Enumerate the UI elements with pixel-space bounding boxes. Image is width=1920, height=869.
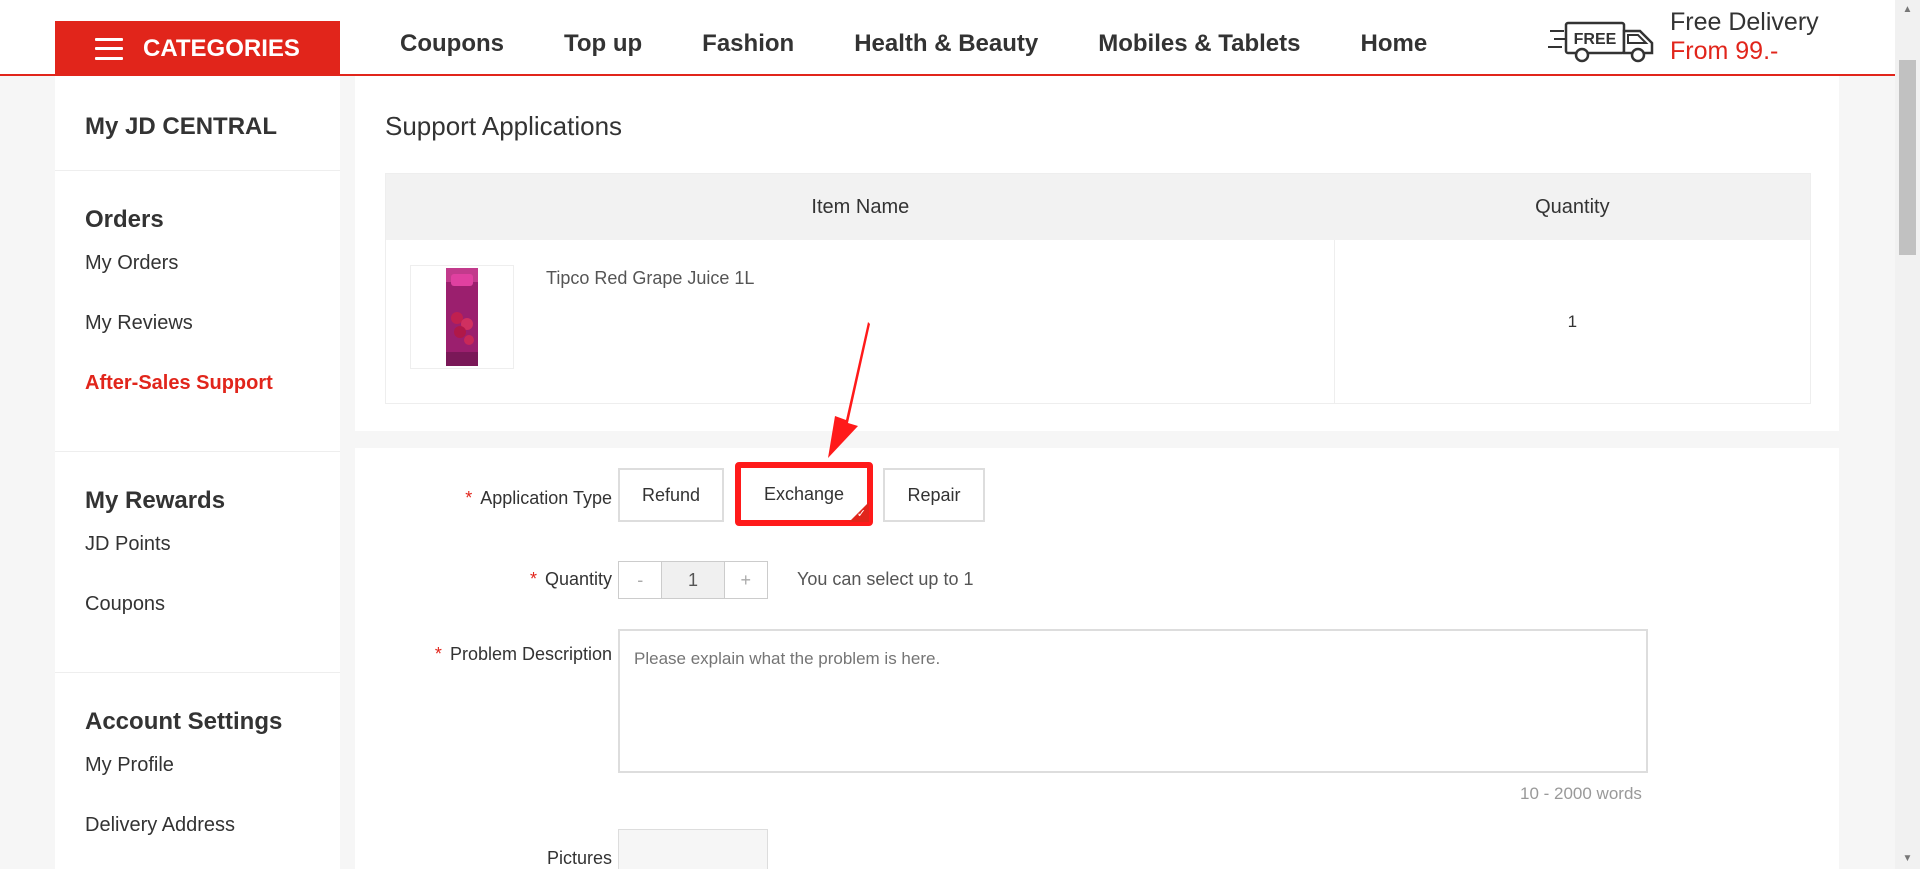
quantity-stepper: - 1 +: [618, 561, 768, 599]
main-content: Support Applications Item Name Quantity: [355, 76, 1839, 869]
sidebar-item-coupons[interactable]: Coupons: [55, 592, 340, 652]
quantity-hint: You can select up to 1: [797, 569, 974, 589]
sidebar-item-my-profile[interactable]: My Profile: [55, 753, 340, 813]
pictures-label: Pictures: [546, 848, 612, 868]
page-title: Support Applications: [385, 111, 623, 141]
product-image[interactable]: [410, 265, 514, 369]
scrollbar-thumb[interactable]: [1899, 60, 1916, 255]
nav-fashion[interactable]: Fashion: [702, 30, 794, 58]
repair-option-button[interactable]: Repair: [883, 468, 985, 522]
check-icon: ✓: [856, 508, 866, 520]
quantity-value[interactable]: 1: [661, 562, 725, 598]
page-scrollbar[interactable]: ▲ ▼: [1895, 0, 1920, 869]
sidebar-title-rewards: My Rewards: [85, 487, 226, 514]
categories-label: CATEGORIES: [143, 34, 300, 62]
delivery-truck-icon: FREE: [1548, 21, 1654, 62]
sidebar-section-rewards: My Rewards JD Points Coupons: [55, 452, 340, 673]
account-sidebar: My JD CENTRAL Orders My Orders My Review…: [55, 76, 340, 869]
product-name[interactable]: Tipco Red Grape Juice 1L: [546, 268, 754, 289]
table-row: Tipco Red Grape Juice 1L 1: [386, 240, 1810, 403]
hamburger-icon: [95, 37, 123, 60]
nav-coupons[interactable]: Coupons: [400, 30, 504, 58]
scroll-up-icon[interactable]: ▲: [1895, 0, 1920, 20]
column-header-item-name: Item Name: [811, 195, 910, 218]
sidebar-home-link[interactable]: My JD CENTRAL: [55, 76, 340, 171]
application-form: * Application Type Refund Exchange ✓ Repa…: [355, 448, 1839, 869]
free-badge-text: FREE: [1574, 31, 1617, 48]
sidebar-item-after-sales-support[interactable]: After-Sales Support: [55, 371, 340, 431]
categories-button[interactable]: CATEGORIES: [55, 21, 340, 76]
juice-carton-icon: [446, 268, 478, 366]
sidebar-item-my-reviews[interactable]: My Reviews: [55, 311, 340, 371]
scroll-down-icon[interactable]: ▼: [1895, 849, 1920, 869]
free-delivery-threshold: From 99.-: [1670, 36, 1779, 65]
word-limit-hint: 10 - 2000 words: [1520, 784, 1642, 803]
annotation-arrow-icon: [828, 322, 870, 458]
exchange-option-label: Exchange: [763, 483, 845, 504]
free-delivery-banner[interactable]: FREE Free Delivery From 99.-: [1548, 8, 1819, 66]
quantity-label: * Quantity: [529, 569, 612, 589]
problem-description-label: * Problem Description: [434, 644, 612, 664]
sidebar-section-orders: Orders My Orders My Reviews After-Sales …: [55, 171, 340, 452]
table-header: Item Name Quantity: [386, 174, 1810, 240]
sidebar-item-jd-points[interactable]: JD Points: [55, 532, 340, 592]
free-delivery-text: Free Delivery: [1670, 8, 1819, 36]
product-quantity: 1: [1567, 311, 1578, 331]
column-header-quantity: Quantity: [1535, 195, 1610, 218]
problem-description-input[interactable]: [618, 629, 1648, 773]
application-type-label: * Application Type: [465, 488, 612, 508]
quantity-decrease-button[interactable]: -: [619, 562, 662, 598]
item-panel: Support Applications Item Name Quantity: [355, 76, 1839, 431]
sidebar-item-my-orders[interactable]: My Orders: [55, 251, 340, 311]
refund-option-button[interactable]: Refund: [618, 468, 724, 522]
quantity-increase-button[interactable]: +: [724, 562, 767, 598]
sidebar-section-account: Account Settings My Profile Delivery Add…: [55, 673, 340, 869]
main-nav: Coupons Top up Fashion Health & Beauty M…: [400, 30, 1487, 58]
picture-upload-box[interactable]: [618, 829, 768, 869]
sidebar-title-orders: Orders: [85, 206, 164, 233]
exchange-option-button[interactable]: Exchange ✓: [735, 462, 873, 526]
sidebar-item-delivery-address[interactable]: Delivery Address: [55, 813, 340, 869]
nav-mobiles-tablets[interactable]: Mobiles & Tablets: [1098, 30, 1300, 58]
nav-health-beauty[interactable]: Health & Beauty: [854, 30, 1038, 58]
items-table: Item Name Quantity Tipco Red Grape Juice…: [385, 173, 1811, 404]
sidebar-title-account-settings: Account Settings: [85, 708, 283, 735]
nav-top-up[interactable]: Top up: [564, 30, 642, 58]
nav-home[interactable]: Home: [1361, 30, 1428, 58]
top-navigation-bar: CATEGORIES Coupons Top up Fashion Health…: [0, 0, 1920, 76]
